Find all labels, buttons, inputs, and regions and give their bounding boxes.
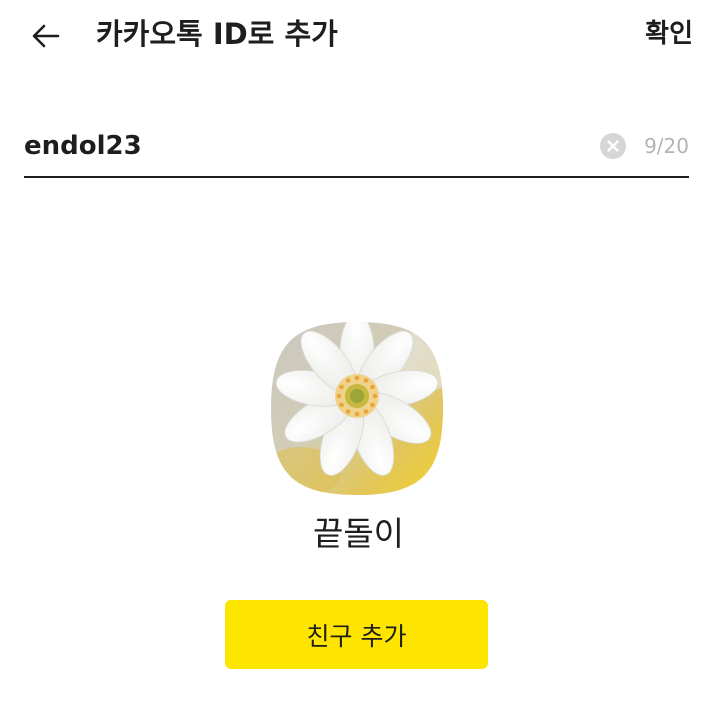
profile-name: 끝돌이 bbox=[312, 514, 405, 553]
add-friend-button[interactable]: 친구 추가 bbox=[225, 600, 488, 669]
arrow-left-icon bbox=[32, 24, 60, 48]
profile-avatar[interactable] bbox=[271, 322, 443, 495]
kakao-id-field: 9/20 bbox=[24, 118, 689, 178]
app-header: 카카오톡 ID로 추가 확인 bbox=[0, 0, 717, 72]
page-title: 카카오톡 ID로 추가 bbox=[96, 17, 338, 51]
character-count: 9/20 bbox=[644, 134, 689, 158]
clear-circle-icon bbox=[600, 133, 626, 159]
kakao-id-input[interactable] bbox=[24, 126, 584, 166]
clear-button[interactable] bbox=[599, 132, 627, 160]
back-button[interactable] bbox=[24, 14, 68, 58]
confirm-button[interactable]: 확인 bbox=[645, 14, 693, 54]
